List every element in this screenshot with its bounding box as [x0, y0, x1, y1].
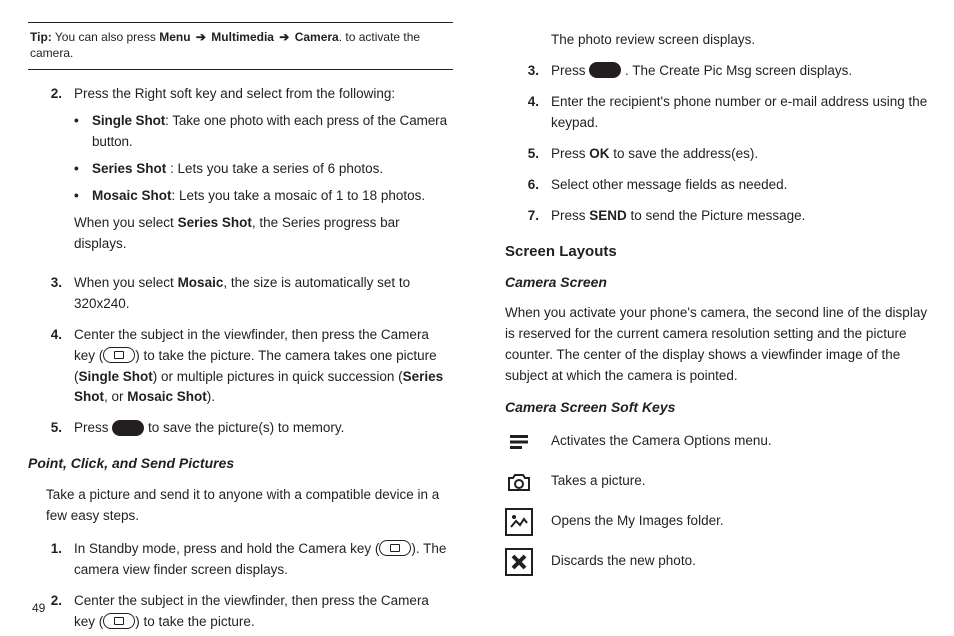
soft-key-icon: [112, 420, 144, 436]
photo-review-note: The photo review screen displays.: [551, 30, 930, 51]
softkey-label: Opens the My Images folder.: [551, 511, 724, 532]
softkey-take-picture: Takes a picture.: [505, 469, 930, 495]
step-4: 4. Center the subject in the viewfinder,…: [28, 325, 453, 409]
softkey-options: Activates the Camera Options menu.: [505, 429, 930, 455]
softkey-discard: Discards the new photo.: [505, 549, 930, 575]
camera-key-icon: [379, 540, 411, 556]
arrow-icon: ➔: [193, 30, 210, 44]
heading-soft-keys: Camera Screen Soft Keys: [505, 397, 930, 419]
left-column: Tip: You can also press Menu ➔ Multimedi…: [0, 0, 477, 636]
step-3: 3. When you select Mosaic, the size is a…: [28, 273, 453, 315]
right-procedure: The photo review screen displays. 3. Pre…: [505, 30, 930, 226]
pcs-step-1: 1. In Standby mode, press and hold the C…: [28, 539, 453, 581]
right-column: The photo review screen displays. 3. Pre…: [477, 0, 954, 636]
softkey-label: Discards the new photo.: [551, 551, 696, 572]
bullet-series-shot: •Series Shot : Lets you take a series of…: [74, 159, 453, 180]
step-number: 2.: [28, 84, 74, 262]
step-number: 5.: [505, 144, 551, 165]
camera-icon: [505, 469, 533, 495]
heading-screen-layouts: Screen Layouts: [505, 240, 930, 263]
tip-label: Tip:: [30, 30, 52, 44]
pcs-step-6: 6. Select other message fields as needed…: [505, 175, 930, 196]
pcs-step-3: 3. Press . The Create Pic Msg screen dis…: [505, 61, 930, 82]
camera-key-icon: [103, 347, 135, 363]
pcs-list: 1. In Standby mode, press and hold the C…: [28, 539, 453, 633]
step-number: 3.: [28, 273, 74, 315]
step-5: 5. Press to save the picture(s) to memor…: [28, 418, 453, 439]
arrow-icon: ➔: [276, 30, 293, 44]
softkey-label: Takes a picture.: [551, 471, 646, 492]
step-number: 7.: [505, 206, 551, 227]
manual-page: Tip: You can also press Menu ➔ Multimedi…: [0, 0, 954, 636]
pcs-step-7: 7. Press SEND to send the Picture messag…: [505, 206, 930, 227]
tip-camera: Camera: [295, 30, 339, 44]
heading-camera-screen: Camera Screen: [505, 272, 930, 294]
step-number: 4.: [28, 325, 74, 409]
heading-point-click-send: Point, Click, and Send Pictures: [28, 453, 453, 475]
camera-screen-para: When you activate your phone's camera, t…: [505, 303, 930, 387]
softkey-label: Activates the Camera Options menu.: [551, 431, 772, 452]
step-number: 4.: [505, 92, 551, 134]
step-number: 1.: [28, 539, 74, 581]
tip-box: Tip: You can also press Menu ➔ Multimedi…: [28, 22, 453, 70]
pcs-step-4: 4. Enter the recipient's phone number or…: [505, 92, 930, 134]
camera-key-icon: [103, 613, 135, 629]
step-2: 2. Press the Right soft key and select f…: [28, 84, 453, 262]
pcs-step-2: 2. Center the subject in the viewfinder,…: [28, 591, 453, 633]
soft-key-table: Activates the Camera Options menu. Takes…: [505, 429, 930, 575]
step-number: 3.: [505, 61, 551, 82]
pcs-intro: Take a picture and send it to anyone wit…: [28, 485, 453, 527]
tip-text-a: You can also press: [52, 30, 159, 44]
procedure-list: 2. Press the Right soft key and select f…: [28, 84, 453, 439]
options-menu-icon: [505, 429, 533, 455]
step-number: 5.: [28, 418, 74, 439]
pcs-step-2-cont: The photo review screen displays.: [505, 30, 930, 51]
bullet-single-shot: •Single Shot: Take one photo with each p…: [74, 111, 453, 153]
page-number: 49: [32, 599, 45, 618]
soft-key-icon: [589, 62, 621, 78]
bullet-mosaic-shot: •Mosaic Shot: Lets you take a mosaic of …: [74, 186, 453, 207]
tip-menu: Menu: [159, 30, 190, 44]
series-note: When you select Series Shot, the Series …: [74, 213, 453, 255]
softkey-my-images: Opens the My Images folder.: [505, 509, 930, 535]
step-number: 6.: [505, 175, 551, 196]
tip-multimedia: Multimedia: [211, 30, 274, 44]
step-lead: Press the Right soft key and select from…: [74, 84, 453, 105]
pcs-step-5: 5. Press OK to save the address(es).: [505, 144, 930, 165]
discard-x-icon: [505, 549, 533, 575]
images-folder-icon: [505, 509, 533, 535]
